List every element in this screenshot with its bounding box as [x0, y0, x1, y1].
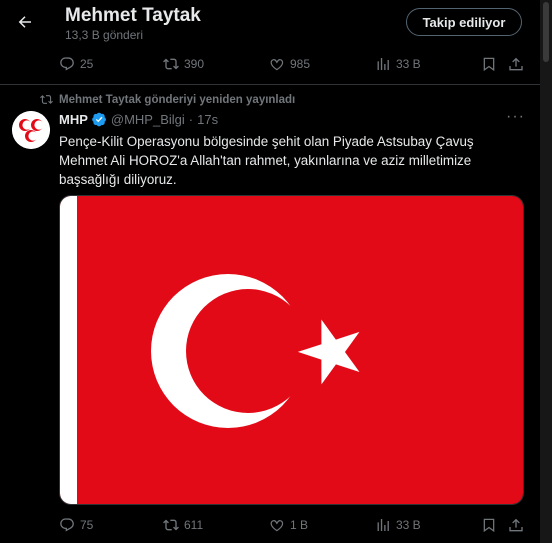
retweet-indicator[interactable]: Mehmet Taytak gönderiyi yeniden yayınlad…	[40, 93, 295, 106]
share-button[interactable]	[508, 56, 524, 72]
verified-icon	[92, 112, 106, 127]
like-count: 985	[290, 57, 311, 71]
views-icon	[377, 519, 389, 531]
turkish-flag-image	[60, 196, 523, 504]
reply-icon	[60, 57, 74, 71]
mhp-logo-icon	[12, 111, 50, 149]
views-button[interactable]: 33 B	[375, 517, 421, 533]
back-arrow-icon	[18, 16, 31, 28]
separator-dot: ·	[188, 112, 194, 127]
like-count: 1 B	[290, 518, 309, 532]
repost-icon	[163, 519, 179, 531]
like-icon	[270, 520, 284, 532]
repost-icon	[40, 95, 53, 104]
repost-count: 611	[184, 518, 204, 532]
more-options-button[interactable]: ···	[506, 108, 525, 126]
bookmark-icon	[483, 518, 495, 533]
following-button[interactable]: Takip ediliyor	[406, 8, 522, 36]
post-count: 13,3 B gönderi	[65, 28, 144, 42]
views-count: 33 B	[396, 518, 421, 532]
views-count: 33 B	[396, 57, 421, 71]
reply-count: 25	[80, 57, 94, 71]
bookmark-button[interactable]	[481, 56, 497, 72]
bookmark-button[interactable]	[481, 517, 497, 533]
tweet-divider	[0, 84, 540, 85]
views-button[interactable]: 33 B	[375, 56, 421, 72]
bookmark-icon	[483, 57, 495, 72]
profile-header: Mehmet Taytak 13,3 B gönderi Takip edili…	[0, 0, 540, 50]
share-icon	[509, 518, 523, 532]
profile-name: Mehmet Taytak	[65, 5, 201, 26]
reply-icon	[60, 518, 74, 532]
tweet-time[interactable]: 17s	[197, 112, 218, 127]
previous-tweet-actions: 25 390 985 33 B	[0, 56, 540, 76]
retweet-label: Mehmet Taytak gönderiyi yeniden yayınlad…	[59, 93, 296, 106]
reply-count: 75	[80, 518, 94, 532]
reply-button[interactable]: 25	[59, 56, 93, 72]
repost-count: 390	[184, 57, 205, 71]
repost-button[interactable]: 390	[163, 56, 204, 72]
like-icon	[270, 59, 284, 71]
tweet-media[interactable]	[59, 195, 524, 505]
like-button[interactable]: 985	[269, 56, 310, 72]
author-handle[interactable]: @MHP_Bilgi	[111, 112, 185, 127]
scrollbar-thumb[interactable]	[543, 2, 549, 62]
repost-icon	[163, 58, 179, 70]
views-icon	[377, 58, 389, 70]
tweet-actions: 75 611 1 B 33 B	[0, 517, 540, 537]
back-button[interactable]	[10, 7, 40, 37]
share-button[interactable]	[508, 517, 524, 533]
author-name[interactable]: MHP	[59, 112, 88, 127]
repost-button[interactable]: 611	[163, 517, 203, 533]
avatar[interactable]	[12, 111, 50, 149]
tweet-text: Pençe-Kilit Operasyonu bölgesinde şehit …	[59, 134, 474, 187]
share-icon	[509, 57, 523, 71]
like-button[interactable]: 1 B	[269, 517, 308, 533]
more-icon: ···	[506, 108, 525, 125]
reply-button[interactable]: 75	[59, 517, 93, 533]
tweet-author: MHP @MHP_Bilgi · 17s	[59, 112, 218, 127]
scrollbar-track[interactable]	[540, 0, 552, 543]
